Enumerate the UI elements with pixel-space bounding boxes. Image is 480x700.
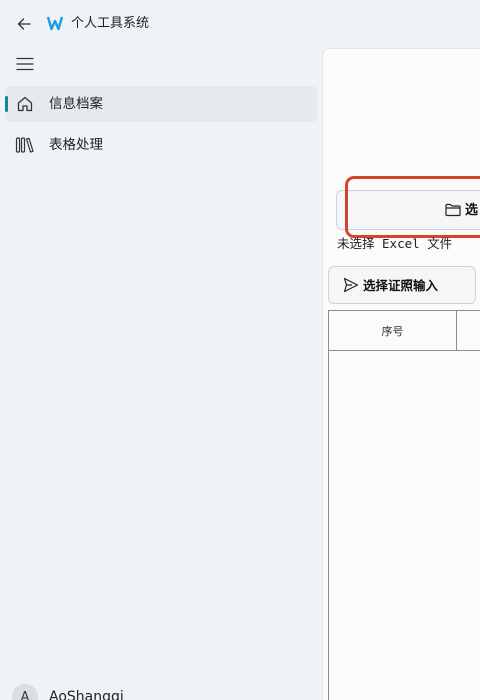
- sidebar-item-table-processing[interactable]: 表格处理: [5, 127, 317, 163]
- arrow-left-icon: [17, 18, 31, 30]
- sidebar-item-label: 表格处理: [49, 137, 103, 153]
- title-bar: 个人工具系统: [0, 0, 480, 48]
- select-id-input-button[interactable]: 选择证照输入: [328, 266, 476, 304]
- sidebar-item-info-archive[interactable]: 信息档案: [5, 86, 317, 122]
- column-header-seq[interactable]: 序号: [329, 311, 457, 351]
- id-input-button-label: 选择证照输入: [363, 278, 439, 293]
- home-icon: [15, 94, 35, 114]
- library-icon: [15, 135, 35, 155]
- menu-toggle-button[interactable]: [12, 52, 38, 76]
- select-excel-file-button[interactable]: 选: [336, 190, 480, 230]
- column-header[interactable]: [457, 311, 480, 351]
- folder-icon: [445, 203, 461, 217]
- hamburger-icon: [16, 57, 34, 71]
- app-title: 个人工具系统: [71, 16, 150, 31]
- send-icon: [343, 277, 359, 293]
- file-status-text: 未选择 Excel 文件: [337, 236, 453, 251]
- app-logo-icon: [47, 16, 63, 31]
- sidebar-item-label: 信息档案: [49, 96, 103, 112]
- user-name: AoShangqi: [49, 689, 124, 700]
- active-indicator: [5, 96, 8, 112]
- data-table: 序号: [328, 310, 480, 700]
- back-button[interactable]: [12, 12, 36, 36]
- avatar: A: [12, 684, 38, 700]
- select-file-button-label: 选: [465, 203, 479, 218]
- user-profile[interactable]: A AoShangqi: [12, 680, 312, 700]
